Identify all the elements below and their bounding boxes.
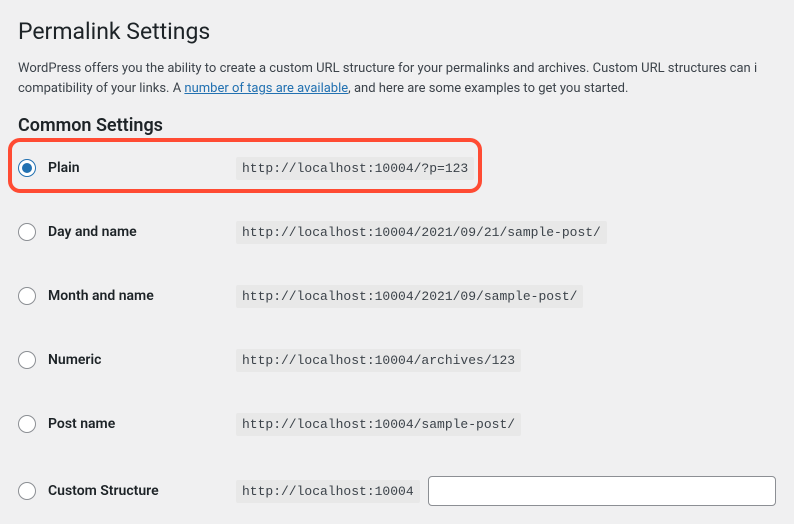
- example-plain: http://localhost:10004/?p=123: [236, 157, 474, 180]
- custom-base-url: http://localhost:10004: [236, 480, 420, 503]
- label-post-name: Post name: [48, 416, 115, 432]
- radio-day-and-name[interactable]: [18, 223, 36, 241]
- example-numeric: http://localhost:10004/archives/123: [236, 349, 521, 372]
- radio-post-name[interactable]: [18, 415, 36, 433]
- label-month-and-name: Month and name: [48, 288, 154, 304]
- label-custom-structure: Custom Structure: [48, 483, 159, 499]
- option-post-name[interactable]: Post name http://localhost:10004/sample-…: [18, 412, 776, 436]
- option-day-and-name[interactable]: Day and name http://localhost:10004/2021…: [18, 220, 776, 244]
- radio-numeric[interactable]: [18, 351, 36, 369]
- common-settings-heading: Common Settings: [18, 115, 776, 136]
- example-day-and-name: http://localhost:10004/2021/09/21/sample…: [236, 221, 607, 244]
- radio-month-and-name[interactable]: [18, 287, 36, 305]
- tags-available-link[interactable]: number of tags are available: [184, 81, 348, 96]
- option-numeric[interactable]: Numeric http://localhost:10004/archives/…: [18, 348, 776, 372]
- option-plain[interactable]: Plain http://localhost:10004/?p=123: [18, 156, 776, 180]
- radio-plain[interactable]: [18, 159, 36, 177]
- example-month-and-name: http://localhost:10004/2021/09/sample-po…: [236, 285, 583, 308]
- desc-text-after: , and here are some examples to get you …: [348, 81, 628, 96]
- label-day-and-name: Day and name: [48, 224, 137, 240]
- option-custom-structure[interactable]: Custom Structure http://localhost:10004: [18, 476, 776, 506]
- radio-custom-structure[interactable]: [18, 482, 36, 500]
- example-post-name: http://localhost:10004/sample-post/: [236, 413, 521, 436]
- page-description: WordPress offers you the ability to crea…: [18, 59, 776, 99]
- label-numeric: Numeric: [48, 352, 101, 368]
- page-title: Permalink Settings: [18, 18, 776, 45]
- label-plain: Plain: [48, 160, 80, 176]
- option-month-and-name[interactable]: Month and name http://localhost:10004/20…: [18, 284, 776, 308]
- custom-structure-input[interactable]: [428, 476, 776, 506]
- permalink-options: Plain http://localhost:10004/?p=123 Day …: [18, 156, 776, 506]
